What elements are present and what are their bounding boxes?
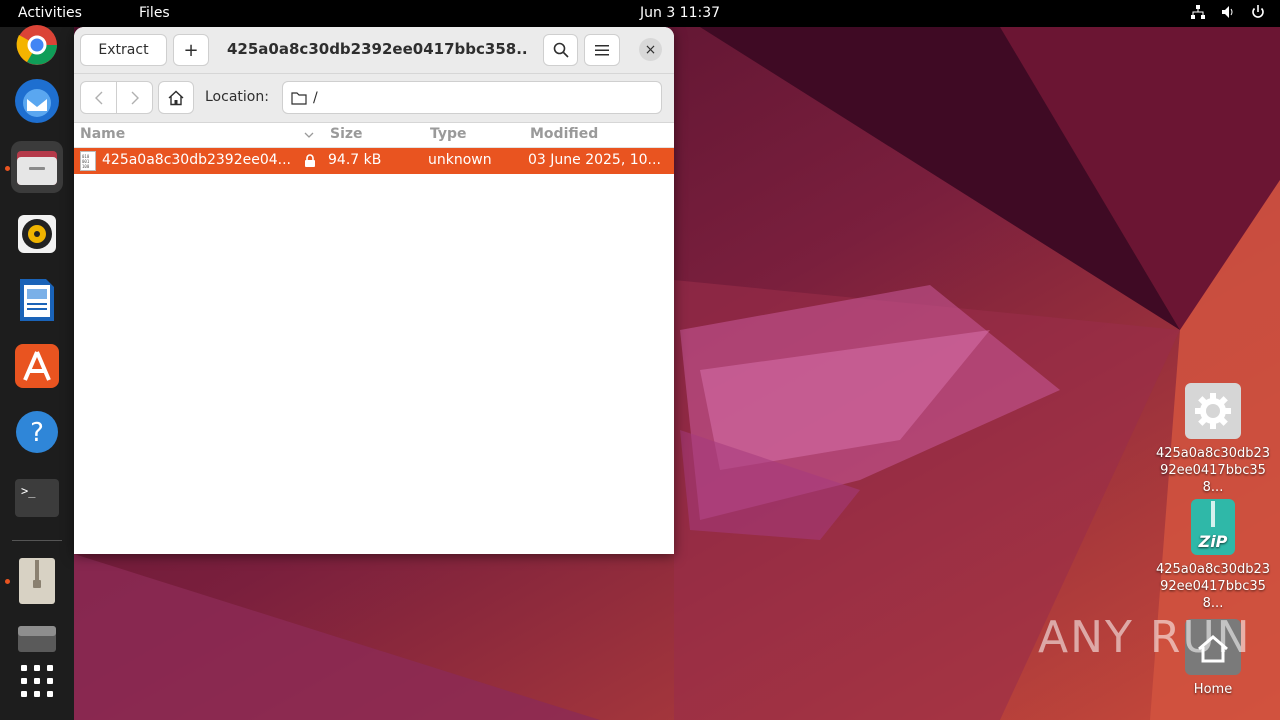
terminal-icon[interactable]: >_	[11, 472, 63, 524]
file-name: 425a0a8c30db2392ee04...	[102, 152, 291, 168]
add-files-button[interactable]: +	[173, 34, 209, 66]
column-size[interactable]: Size	[330, 126, 363, 142]
home-button[interactable]	[158, 81, 194, 114]
menu-button[interactable]	[584, 34, 620, 66]
chevron-left-icon	[94, 91, 102, 104]
folder-icon	[291, 92, 307, 105]
binary-file-icon: 010001100	[80, 151, 96, 171]
power-icon	[1250, 4, 1266, 20]
file-modified: 03 June 2025, 10...	[528, 152, 661, 168]
chrome-icon[interactable]	[11, 19, 63, 71]
zip-archive-icon: ZiP	[1191, 499, 1235, 555]
top-bar: Activities Files Jun 3 11:37	[0, 0, 1280, 27]
writer-icon[interactable]	[11, 274, 63, 326]
desktop-file-label: 425a0a8c30db2392ee0417bbc358...	[1155, 446, 1271, 495]
column-header: Name Size Type Modified	[74, 123, 674, 148]
hamburger-menu-icon	[595, 45, 609, 56]
archive-manager-icon[interactable]	[11, 555, 63, 607]
clock[interactable]: Jun 3 11:37	[640, 5, 720, 21]
running-indicator	[5, 166, 10, 171]
file-size: 94.7 kB	[328, 152, 382, 168]
system-tray[interactable]	[1190, 4, 1266, 20]
files-icon[interactable]	[11, 141, 63, 193]
show-apps-icon[interactable]	[11, 655, 63, 707]
dock-separator	[12, 540, 62, 541]
app-center-icon[interactable]	[11, 340, 63, 392]
column-type[interactable]: Type	[430, 126, 467, 142]
svg-text:100: 100	[82, 164, 90, 169]
gear-icon	[1185, 383, 1241, 439]
column-name[interactable]: Name	[80, 126, 125, 142]
svg-text:?: ?	[30, 418, 44, 448]
search-icon	[553, 42, 569, 58]
table-row[interactable]: 010 001 100 425a0a8c30db2392ee04... 94.7 k…	[74, 148, 674, 174]
svg-text:ZiP: ZiP	[1198, 532, 1228, 551]
running-indicator	[5, 579, 10, 584]
location-bar: Location: /	[74, 74, 674, 123]
column-modified[interactable]: Modified	[530, 126, 598, 142]
close-icon: ×	[644, 41, 657, 58]
back-button[interactable]	[80, 81, 117, 114]
sort-chevron-down-icon	[304, 132, 314, 138]
location-label: Location:	[205, 89, 269, 105]
lock-icon	[305, 154, 315, 167]
svg-text:>_: >_	[21, 484, 36, 498]
header-bar: Extract + 425a0a8c30db2392ee0417bbc358..…	[74, 27, 674, 74]
home-icon	[168, 90, 184, 105]
archive-manager-window: Extract + 425a0a8c30db2392ee0417bbc358..…	[74, 27, 674, 554]
chevron-right-icon	[131, 91, 139, 104]
volume-icon	[1220, 4, 1236, 20]
close-button[interactable]: ×	[639, 38, 662, 61]
location-field[interactable]: /	[282, 81, 662, 114]
dock: ? >_	[0, 25, 74, 720]
forward-button[interactable]	[116, 81, 153, 114]
window-title: 425a0a8c30db2392ee0417bbc358...	[227, 40, 527, 58]
desktop-file-settings[interactable]: 425a0a8c30db2392ee0417bbc358...	[1148, 383, 1278, 496]
network-icon	[1190, 4, 1206, 20]
location-value: /	[313, 90, 318, 106]
extract-button[interactable]: Extract	[80, 34, 167, 66]
app-menu[interactable]: Files	[139, 5, 170, 21]
thunderbird-icon[interactable]	[11, 75, 63, 127]
desktop-home-label: Home	[1193, 682, 1233, 697]
search-button[interactable]	[543, 34, 578, 66]
desktop-file-zip[interactable]: ZiP 425a0a8c30db2392ee0417bbc358...	[1148, 499, 1278, 612]
help-icon[interactable]: ?	[11, 406, 63, 458]
rhythmbox-icon[interactable]	[11, 208, 63, 260]
desktop-file-label: 425a0a8c30db2392ee0417bbc358...	[1155, 562, 1271, 611]
watermark: ANY RUN	[1038, 612, 1252, 663]
file-type: unknown	[428, 152, 492, 168]
